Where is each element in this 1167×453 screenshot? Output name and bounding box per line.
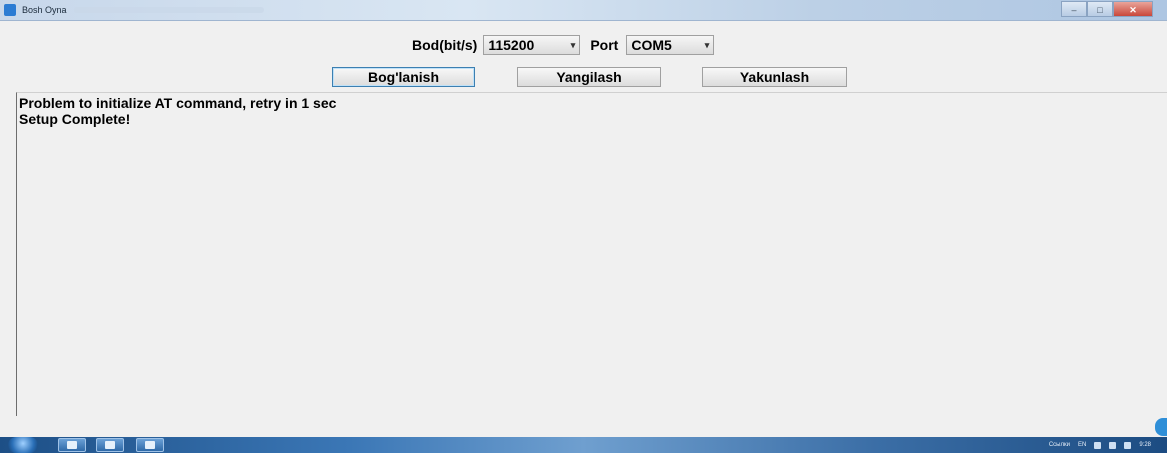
main-window: Bosh Oyna – □ ✕ Bod(bit/s) 115200 ▾ Port…	[0, 0, 1167, 437]
app-icon	[4, 4, 16, 16]
language-indicator[interactable]: EN	[1078, 442, 1086, 448]
baud-select[interactable]: 115200 ▾	[483, 35, 581, 55]
window-icon	[67, 441, 77, 449]
window-icon	[105, 441, 115, 449]
baud-label: Bod(bit/s)	[412, 37, 478, 53]
refresh-button[interactable]: Yangilash	[517, 67, 661, 87]
finish-button[interactable]: Yakunlash	[702, 67, 847, 87]
system-tray: Ссылки EN 9:28	[1041, 437, 1151, 453]
minimize-button[interactable]: –	[1061, 1, 1087, 17]
taskbar-app-button[interactable]	[58, 438, 86, 452]
network-icon[interactable]	[1109, 441, 1117, 449]
sidebar-launcher-icon[interactable]	[1155, 418, 1167, 436]
port-value: COM5	[631, 37, 672, 53]
window-title: Bosh Oyna	[22, 5, 67, 15]
log-line: Setup Complete!	[19, 111, 131, 127]
port-label: Port	[590, 37, 619, 53]
chevron-down-icon: ▾	[704, 40, 710, 50]
log-line: Problem to initialize AT command, retry …	[19, 95, 337, 111]
log-output[interactable]: Problem to initialize AT command, retry …	[16, 92, 1167, 416]
title-blurred-text	[74, 7, 264, 13]
tray-links[interactable]: Ссылки	[1049, 442, 1070, 448]
title-bar[interactable]: Bosh Oyna – □ ✕	[0, 0, 1167, 21]
flag-icon[interactable]	[1094, 441, 1102, 449]
chevron-down-icon: ▾	[570, 40, 576, 50]
windows-start-icon[interactable]	[8, 437, 38, 453]
app-icon	[145, 441, 155, 449]
maximize-button[interactable]: □	[1087, 1, 1113, 17]
baud-value: 115200	[488, 37, 535, 53]
window-controls: – □ ✕	[1061, 1, 1153, 17]
connection-settings: Bod(bit/s) 115200 ▾ Port COM5 ▾	[412, 34, 715, 56]
close-button[interactable]: ✕	[1113, 1, 1153, 17]
clock[interactable]: 9:28	[1139, 442, 1151, 448]
taskbar: Ссылки EN 9:28	[0, 437, 1167, 453]
port-select[interactable]: COM5 ▾	[626, 35, 715, 55]
volume-icon[interactable]	[1124, 441, 1132, 449]
taskbar-app-button[interactable]	[96, 438, 124, 452]
taskbar-app-button[interactable]	[136, 438, 164, 452]
connect-button[interactable]: Bog'lanish	[332, 67, 475, 87]
